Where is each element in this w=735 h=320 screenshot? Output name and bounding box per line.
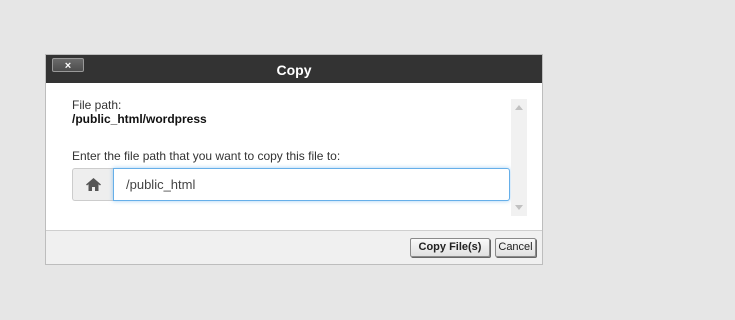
dialog-footer: Copy File(s) Cancel <box>46 230 542 264</box>
dialog-titlebar[interactable]: × Copy <box>46 55 542 83</box>
cancel-button[interactable]: Cancel <box>495 238 536 257</box>
file-path-label: File path: <box>72 98 122 112</box>
destination-label: Enter the file path that you want to cop… <box>72 149 341 163</box>
scroll-down-arrow-icon[interactable] <box>515 205 523 210</box>
dialog-scrollbar[interactable] <box>511 99 527 216</box>
scroll-up-arrow-icon[interactable] <box>515 105 523 110</box>
copy-files-button[interactable]: Copy File(s) <box>410 238 490 257</box>
home-addon <box>72 168 113 201</box>
destination-input-group <box>72 168 510 201</box>
destination-path-input[interactable] <box>113 168 510 201</box>
file-path-value: /public_html/wordpress <box>72 112 207 126</box>
copy-dialog: × Copy File path: /public_html/wordpress… <box>45 54 543 265</box>
home-icon <box>86 178 101 191</box>
dialog-title: Copy <box>276 62 312 78</box>
dialog-body: File path: /public_html/wordpress Enter … <box>46 83 542 231</box>
